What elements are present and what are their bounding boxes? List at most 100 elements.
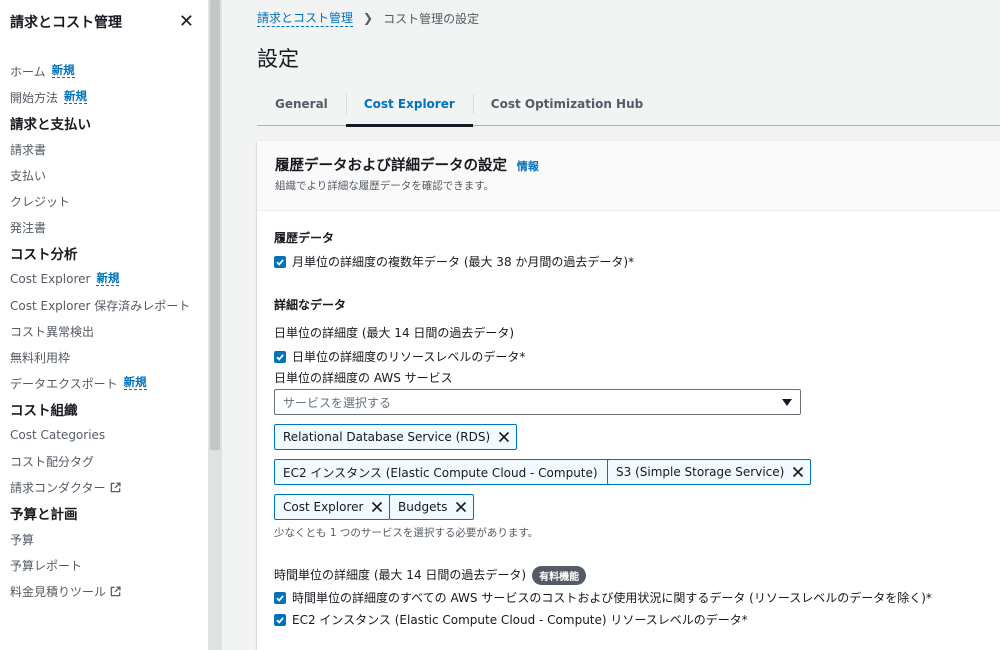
tab-cost-optimization-hub[interactable]: Cost Optimization Hub (472, 82, 661, 125)
sidebar-section-heading: 請求と支払い (0, 110, 208, 136)
sidebar-item[interactable]: 請求コンダクター (0, 474, 208, 500)
sidebar-item-label: 請求書 (10, 142, 47, 157)
remove-icon[interactable] (455, 501, 467, 513)
sidebar-section-label: コスト組織 (10, 403, 78, 419)
service-token: EC2 インスタンス (Elastic Compute Cloud - Comp… (274, 459, 625, 485)
remove-icon[interactable] (371, 501, 383, 513)
history-checkbox-row: 月単位の詳細度の複数年データ (最大 38 か月間の過去データ)* (274, 253, 634, 270)
sidebar-item[interactable]: クレジット (0, 188, 208, 214)
close-icon[interactable]: ✕ (179, 13, 194, 31)
service-token-label: Cost Explorer (283, 500, 364, 514)
new-badge[interactable]: 新規 (51, 64, 75, 78)
sidebar-item[interactable]: 支払い (0, 162, 208, 188)
new-badge[interactable]: 新規 (123, 376, 147, 390)
page-title: 設定 (257, 47, 299, 71)
tab-general[interactable]: General (257, 82, 346, 125)
sidebar-item-label: コスト異常検出 (10, 324, 95, 339)
breadcrumb-current: コスト管理の設定 (383, 11, 480, 26)
service-token-label: Budgets (398, 500, 448, 514)
service-token-label: EC2 インスタンス (Elastic Compute Cloud - Comp… (283, 465, 598, 480)
daily-services-label: 日単位の詳細度の AWS サービス (274, 371, 453, 385)
service-select-placeholder: サービスを選択する (283, 395, 392, 410)
scrollbar-thumb[interactable] (210, 0, 220, 450)
sidebar: 請求とコスト管理 ✕ ホーム 新規 開始方法 新規 請求と支払い 請求書 支払い クレジット発… (0, 0, 208, 650)
sidebar-header: 請求とコスト管理 ✕ (0, 0, 208, 44)
sidebar-item[interactable]: 予算 (0, 526, 208, 552)
caret-down-icon (782, 398, 792, 406)
sidebar-section-heading: コスト分析 (0, 240, 208, 266)
sidebar-section-label: 請求と支払い (10, 117, 91, 133)
remove-icon[interactable] (792, 466, 804, 478)
sidebar-item-label: 開始方法 (10, 90, 59, 105)
sidebar-item[interactable]: データエクスポート 新規 (0, 370, 208, 396)
sidebar-title: 請求とコスト管理 (10, 15, 122, 31)
sidebar-item-label: Cost Categories (10, 428, 106, 442)
new-badge[interactable]: 新規 (96, 272, 120, 286)
sidebar-item[interactable]: コスト配分タグ (0, 448, 208, 474)
hourly-all-services-checkbox[interactable] (274, 591, 286, 604)
hourly-ec2-label: EC2 インスタンス (Elastic Compute Cloud - Comp… (292, 613, 748, 627)
service-select[interactable]: サービスを選択する (274, 389, 801, 415)
service-token: Budgets (389, 494, 475, 520)
breadcrumb: 請求とコスト管理 ❯ コスト管理の設定 (257, 9, 479, 27)
hourly-checkbox-row-2: EC2 インスタンス (Elastic Compute Cloud - Comp… (274, 611, 748, 628)
hourly-label: 時間単位の詳細度 (最大 14 日間の過去データ) (274, 568, 527, 582)
sidebar-item[interactable]: 無料利用枠 (0, 344, 208, 370)
sidebar-section-heading: コスト組織 (0, 396, 208, 422)
sidebar-item[interactable]: Cost Explorer 保存済みレポート (0, 292, 208, 318)
sidebar-section-label: 予算と計画 (10, 507, 78, 523)
sidebar-section-label: コスト分析 (10, 247, 78, 263)
new-badge[interactable]: 新規 (64, 90, 88, 104)
panel-header: 履歴データおよび詳細データの設定 情報 組織でより詳細な履歴データを確認できます… (257, 141, 1000, 211)
sidebar-scrollbar[interactable] (208, 0, 222, 650)
sidebar-item-label: 予算 (10, 532, 35, 547)
sidebar-item[interactable]: コスト異常検出 (0, 318, 208, 344)
sidebar-item-label: データエクスポート (10, 376, 118, 391)
service-token: S3 (Simple Storage Service) (607, 459, 812, 485)
sidebar-item-label: クレジット (10, 194, 71, 209)
settings-panel: 履歴データおよび詳細データの設定 情報 組織でより詳細な履歴データを確認できます… (257, 141, 1000, 650)
sidebar-item[interactable]: Cost Categories (0, 422, 208, 448)
sidebar-item[interactable]: ホーム 新規 (0, 58, 208, 84)
remove-icon[interactable] (498, 431, 510, 443)
panel-title: 履歴データおよび詳細データの設定 (275, 158, 507, 174)
history-checkbox[interactable] (274, 255, 286, 268)
sidebar-item-label: 予算レポート (10, 558, 83, 573)
sidebar-item[interactable]: 発注書 (0, 214, 208, 240)
sidebar-item-label: Cost Explorer (10, 272, 91, 286)
main-content: 請求とコスト管理 ❯ コスト管理の設定 設定 General Cost Expl… (222, 0, 1000, 650)
external-link-icon (110, 585, 121, 597)
breadcrumb-parent-link[interactable]: 請求とコスト管理 (257, 9, 354, 27)
daily-checkbox-row: 日単位の詳細度のリソースレベルのデータ* (274, 348, 525, 365)
service-token-label: Relational Database Service (RDS) (283, 430, 491, 444)
daily-checkbox[interactable] (274, 350, 286, 363)
sidebar-item-label: コスト配分タグ (10, 454, 95, 469)
external-link-icon (110, 481, 121, 493)
sidebar-item[interactable]: Cost Explorer 新規 (0, 266, 208, 292)
sidebar-item[interactable]: 料金見積りツール (0, 578, 208, 604)
info-link[interactable]: 情報 (517, 160, 539, 173)
sidebar-item-label: 支払い (10, 168, 47, 183)
history-heading: 履歴データ (274, 231, 335, 245)
hourly-all-services-label: 時間単位の詳細度のすべての AWS サービスのコストおよび使用状況に関するデータ… (292, 591, 932, 605)
hourly-ec2-checkbox[interactable] (274, 613, 286, 626)
paid-feature-badge: 有料機能 (532, 566, 587, 585)
daily-label: 日単位の詳細度 (最大 14 日間の過去データ) (274, 326, 515, 340)
service-token: Relational Database Service (RDS) (274, 424, 518, 450)
sidebar-item[interactable]: 予算レポート (0, 552, 208, 578)
service-hint: 少なくとも 1 つのサービスを選択する必要があります。 (274, 527, 539, 539)
history-checkbox-label: 月単位の詳細度の複数年データ (最大 38 か月間の過去データ)* (292, 255, 635, 269)
sidebar-item-label: ホーム (10, 64, 46, 79)
tab-cost-explorer[interactable]: Cost Explorer (345, 82, 473, 127)
sidebar-item-label: 発注書 (10, 220, 47, 235)
sidebar-item-label: 料金見積りツール (10, 584, 107, 599)
sidebar-item[interactable]: 請求書 (0, 136, 208, 162)
sidebar-item[interactable]: 開始方法 新規 (0, 84, 208, 110)
hourly-label-row: 時間単位の詳細度 (最大 14 日間の過去データ) 有料機能 (274, 566, 587, 585)
chevron-right-icon: ❯ (363, 11, 374, 25)
sidebar-nav: ホーム 新規 開始方法 新規 請求と支払い 請求書 支払い クレジット 発注書 コスト分析 Cost… (0, 44, 208, 604)
sidebar-item-label: Cost Explorer 保存済みレポート (10, 298, 191, 313)
service-token-label: S3 (Simple Storage Service) (616, 465, 785, 479)
sidebar-section-heading: 予算と計画 (0, 500, 208, 526)
sidebar-item-label: 無料利用枠 (10, 350, 71, 365)
